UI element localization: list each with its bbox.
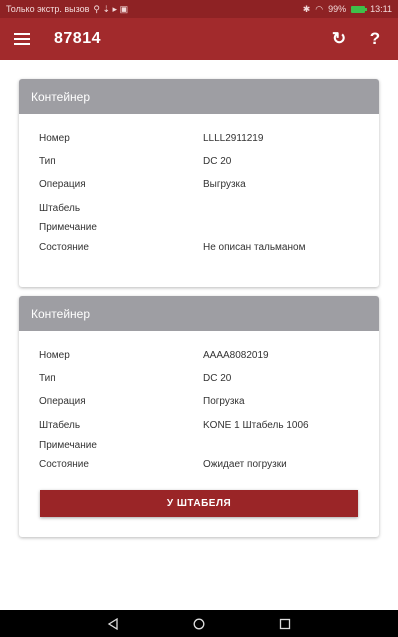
value-stack: KONE 1 Штабель 1006 xyxy=(203,420,309,431)
value-state: Ожидает погрузки xyxy=(203,459,287,470)
refresh-icon[interactable]: ↻ xyxy=(328,28,350,50)
help-icon[interactable]: ? xyxy=(364,28,386,50)
label-type: Тип xyxy=(39,156,56,167)
card-header: Контейнер xyxy=(19,79,379,114)
battery-percent: 99% xyxy=(328,4,347,14)
container-card-2[interactable]: Контейнер Номер AAAA8082019 Тип DC 20 Оп… xyxy=(19,296,379,537)
value-number: LLLL2911219 xyxy=(203,133,264,144)
value-type: DC 20 xyxy=(203,156,232,167)
notification-icons: ⚲ ⇣ ▸ ▣ xyxy=(93,3,129,14)
home-icon[interactable] xyxy=(192,617,206,631)
label-type: Тип xyxy=(39,373,56,384)
at-stack-button[interactable]: У ШТАБЕЛЯ xyxy=(40,490,358,517)
page-title: 87814 xyxy=(54,30,101,47)
value-number: AAAA8082019 xyxy=(203,350,269,361)
label-state: Состояние xyxy=(39,459,89,470)
clock: 13:11 xyxy=(370,4,392,14)
label-number: Номер xyxy=(39,350,70,361)
label-note: Примечание xyxy=(39,222,97,233)
status-bar: Только экстр. вызов ⚲ ⇣ ▸ ▣ ✱ ◠ 99% 13:1… xyxy=(0,0,398,18)
battery-icon xyxy=(351,5,368,13)
card-header: Контейнер xyxy=(19,296,379,331)
value-type: DC 20 xyxy=(203,373,232,384)
value-state: Не описан тальманом xyxy=(203,242,306,253)
label-state: Состояние xyxy=(39,242,89,253)
app-bar: 87814 ↻ ? xyxy=(0,18,398,60)
back-icon[interactable] xyxy=(106,617,120,631)
container-card-1[interactable]: Контейнер Номер LLLL2911219 Тип DC 20 Оп… xyxy=(19,79,379,287)
label-operation: Операция xyxy=(39,179,86,190)
system-nav-bar xyxy=(0,610,398,637)
value-operation: Погрузка xyxy=(203,396,245,407)
wifi-icon: ◠ xyxy=(315,3,324,14)
value-operation: Выгрузка xyxy=(203,179,246,190)
bluetooth-icon: ✱ xyxy=(302,3,311,14)
label-operation: Операция xyxy=(39,396,86,407)
label-note: Примечание xyxy=(39,440,97,451)
recents-icon[interactable] xyxy=(278,617,292,631)
label-number: Номер xyxy=(39,133,70,144)
label-stack: Штабель xyxy=(39,420,81,431)
carrier-text: Только экстр. вызов xyxy=(6,4,90,14)
label-stack: Штабель xyxy=(39,203,81,214)
menu-icon[interactable] xyxy=(14,33,30,45)
